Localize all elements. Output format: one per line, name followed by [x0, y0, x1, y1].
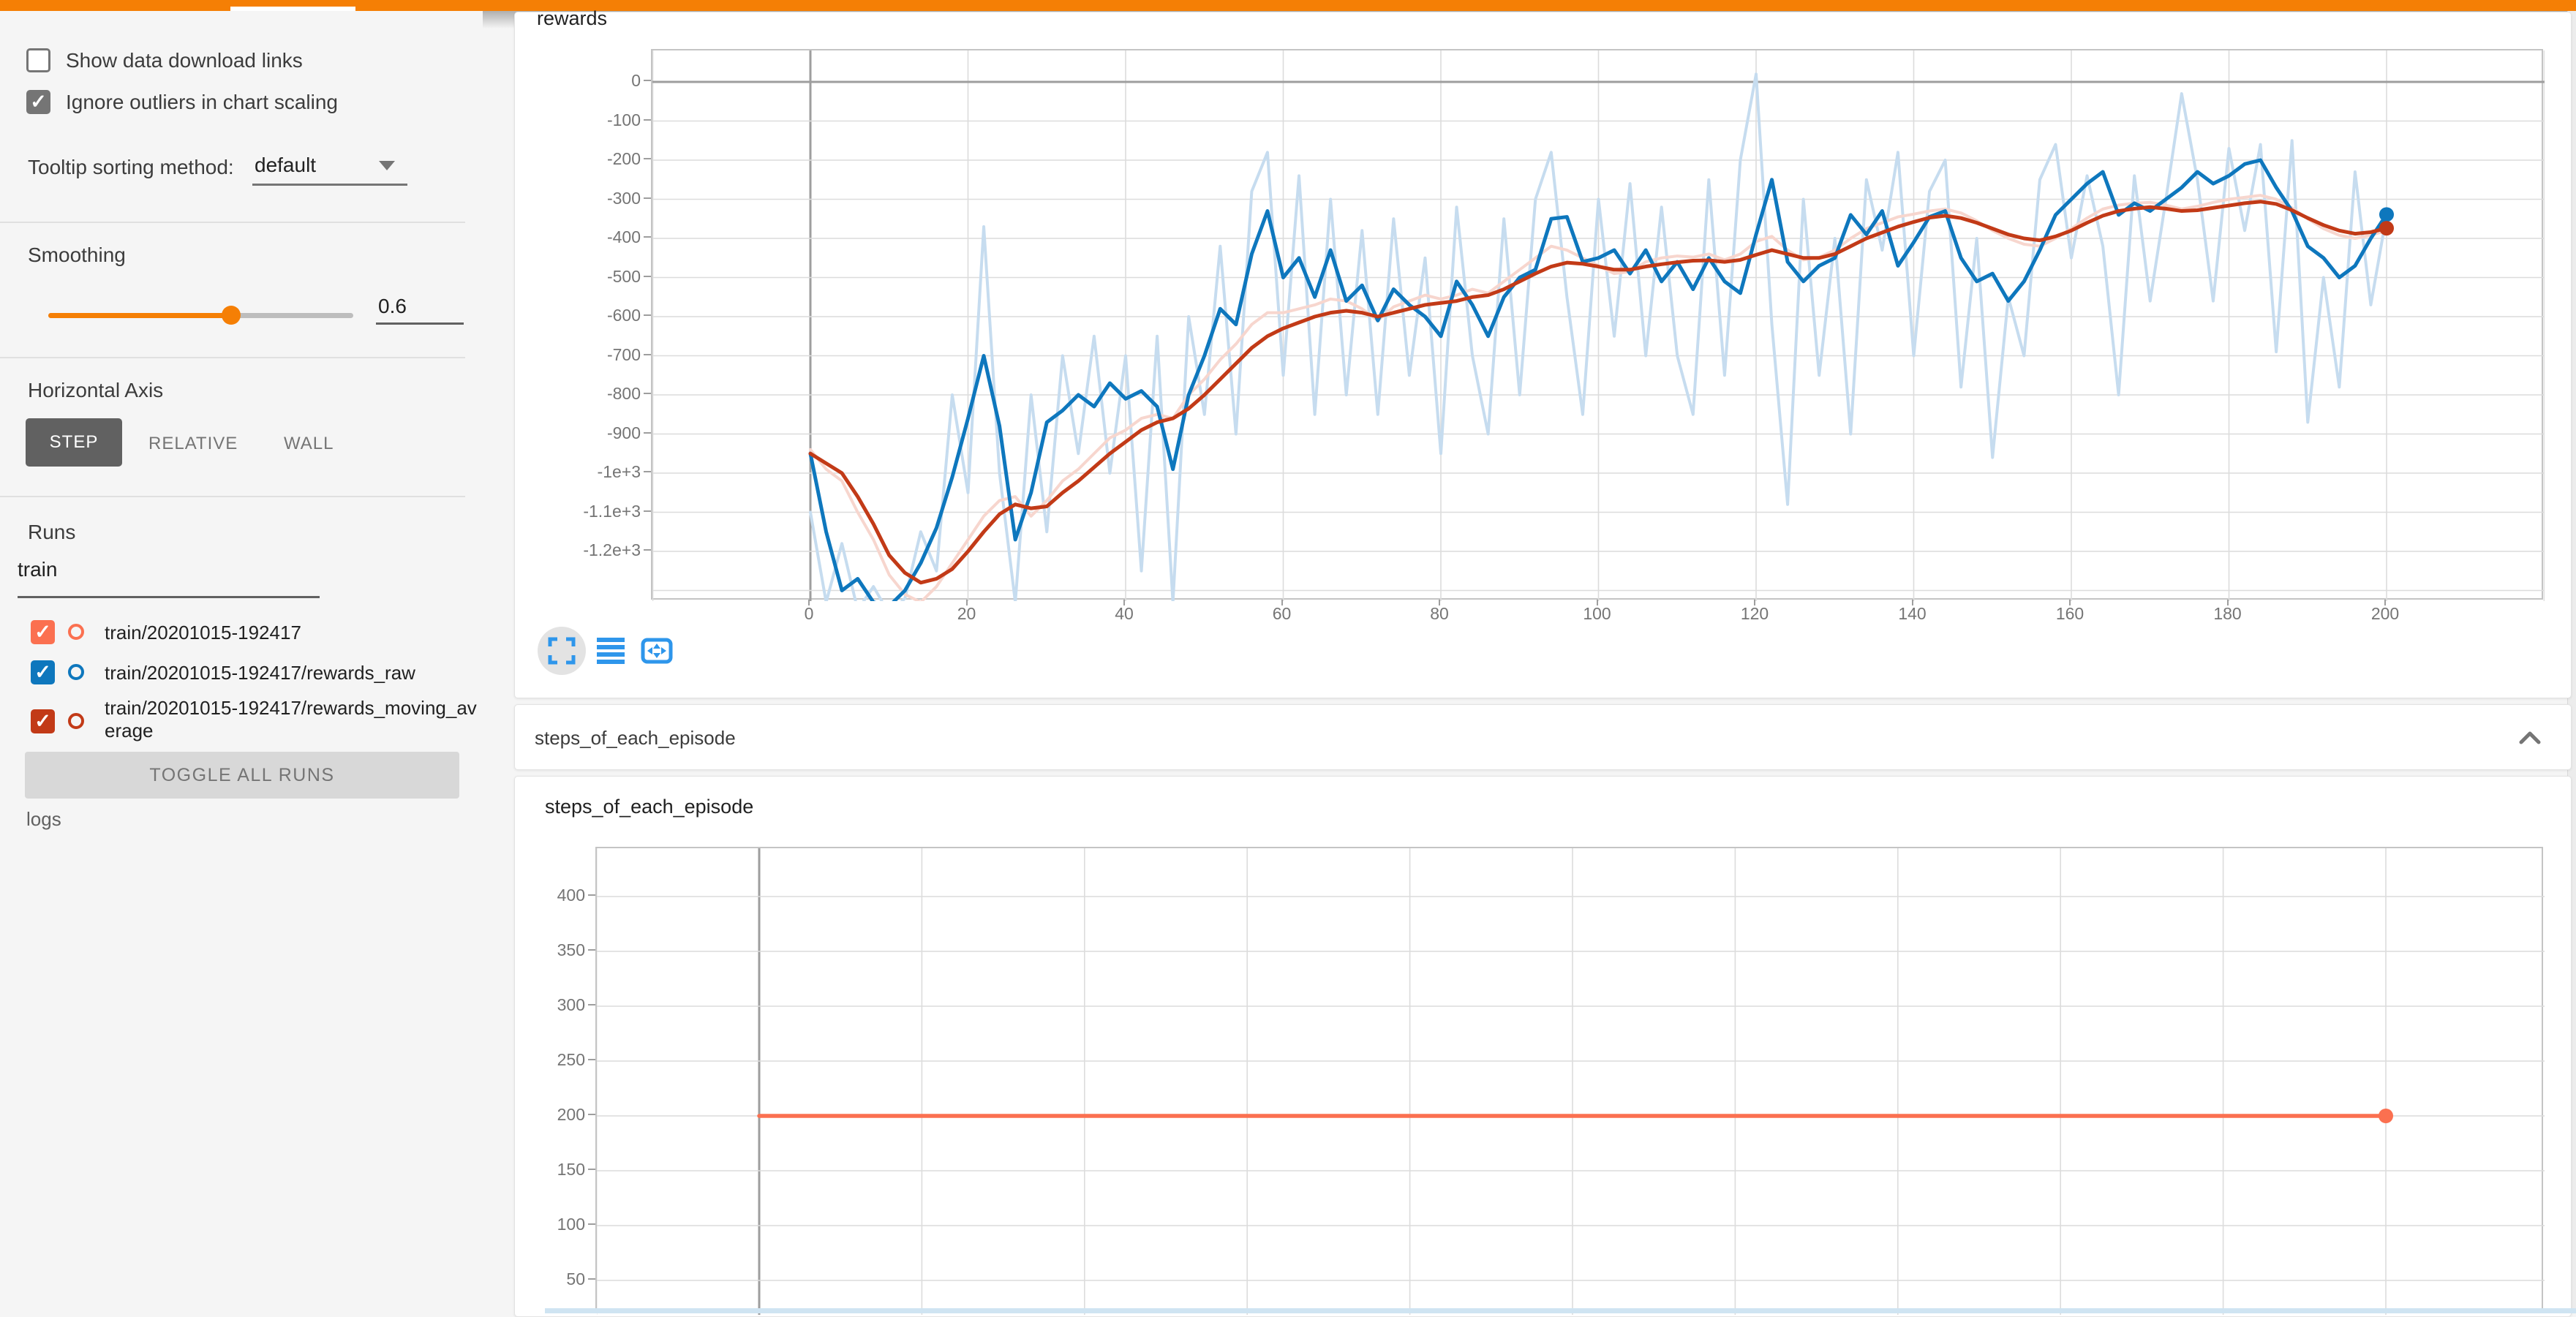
x-tick-label: 140 [1869, 604, 1957, 624]
y-tick-label: 200 [497, 1105, 585, 1125]
run-label[interactable]: train/20201015-192417/rewards_raw [105, 662, 481, 684]
check-icon: ✓ [34, 712, 51, 731]
steps-chart-title: steps_of_each_episode [545, 796, 753, 818]
fit-domain-icon[interactable] [641, 638, 673, 664]
show-download-links-label: Show data download links [66, 49, 303, 72]
divider [0, 496, 465, 497]
y-tick-label: -800 [553, 384, 641, 404]
divider [0, 222, 465, 223]
x-tick-label: 160 [2026, 604, 2114, 624]
tooltip-sorting-dropdown[interactable]: default [255, 154, 316, 177]
check-icon: ✓ [34, 622, 51, 642]
x-tick-label: 80 [1396, 604, 1483, 624]
ignore-outliers-label: Ignore outliers in chart scaling [66, 91, 338, 114]
x-tick-label: 60 [1238, 604, 1326, 624]
y-tick-label: -300 [553, 189, 641, 208]
run-checkbox-rewards-raw[interactable]: ✓ [31, 660, 55, 684]
x-tick-label: 120 [1711, 604, 1799, 624]
x-tick-label: 200 [2341, 604, 2429, 624]
steps-chart[interactable] [595, 847, 2543, 1313]
settings-sidebar: Show data download links ✓ Ignore outlie… [0, 11, 483, 1313]
y-tick-label: -200 [553, 149, 641, 169]
y-tick-label: -1.1e+3 [553, 502, 641, 521]
x-tick-label: 20 [923, 604, 1011, 624]
run-checkbox-train[interactable]: ✓ [31, 620, 55, 644]
chevron-up-icon[interactable] [2519, 731, 2541, 744]
runs-filter-underline [18, 596, 320, 598]
check-icon: ✓ [34, 663, 51, 682]
fullscreen-icon[interactable] [548, 637, 576, 665]
run-checkbox-rewards-moving-average[interactable]: ✓ [31, 709, 55, 733]
y-tick-label: 0 [553, 71, 641, 91]
y-tick-label: 300 [497, 995, 585, 1015]
dropdown-underline [252, 184, 407, 186]
horizontal-axis-label: Horizontal Axis [28, 379, 163, 402]
y-tick-label: 400 [497, 886, 585, 905]
smoothing-value-underline [376, 322, 464, 325]
runs-filter-input[interactable] [18, 558, 317, 581]
smoothing-slider-thumb[interactable] [222, 306, 241, 325]
x-tick-label: 100 [1553, 604, 1641, 624]
run-label[interactable]: train/20201015-192417/rewards_moving_ave… [105, 697, 481, 742]
y-tick-label: -400 [553, 227, 641, 247]
x-tick-label: 40 [1080, 604, 1168, 624]
y-tick-label: -600 [553, 306, 641, 325]
y-tick-label: 150 [497, 1160, 585, 1180]
ignore-outliers-checkbox[interactable]: ✓ [26, 90, 50, 114]
y-tick-label: 250 [497, 1050, 585, 1070]
y-tick-label: -700 [553, 345, 641, 365]
run-label[interactable]: train/20201015-192417 [105, 622, 481, 644]
run-color-ring[interactable] [68, 624, 84, 640]
show-download-links-checkbox[interactable] [26, 48, 50, 72]
y-tick-label: -1e+3 [553, 462, 641, 482]
y-tick-label: -100 [553, 110, 641, 130]
rewards-chart[interactable] [651, 49, 2543, 600]
axis-type-step-button[interactable]: STEP [26, 418, 122, 467]
x-tick-label: 0 [765, 604, 853, 624]
tooltip-sorting-label: Tooltip sorting method: [28, 156, 234, 179]
toggle-all-runs-button[interactable]: TOGGLE ALL RUNS [25, 752, 459, 799]
y-tick-label: 350 [497, 940, 585, 960]
logs-label: logs [26, 808, 61, 831]
y-tick-label: -900 [553, 423, 641, 443]
rewards-chart-title: rewards [537, 7, 607, 30]
series-end-marker [2379, 207, 2394, 222]
clipped-content-strip [545, 1308, 2576, 1313]
smoothing-value-field[interactable]: 0.6 [378, 295, 407, 318]
smoothing-slider-fill [48, 313, 231, 318]
y-tick-label: 100 [497, 1215, 585, 1234]
chevron-down-icon[interactable] [379, 161, 395, 170]
x-tick-label: 180 [2184, 604, 2272, 624]
series-end-marker [2379, 1109, 2393, 1123]
app-header-bar [0, 0, 2576, 11]
axis-type-wall-button[interactable]: WALL [284, 434, 334, 454]
divider [0, 357, 465, 358]
runs-section-label: Runs [28, 521, 75, 544]
run-color-ring[interactable] [68, 664, 84, 680]
run-color-ring[interactable] [68, 713, 84, 729]
series-end-marker [2379, 221, 2394, 235]
y-tick-label: 50 [497, 1269, 585, 1289]
y-tick-label: -1.2e+3 [553, 540, 641, 560]
axis-type-relative-button[interactable]: RELATIVE [148, 434, 238, 454]
y-tick-label: -500 [553, 267, 641, 287]
data-table-icon[interactable] [597, 638, 625, 664]
section-header-steps-of-each-episode[interactable] [514, 704, 2572, 770]
smoothing-slider[interactable] [48, 313, 353, 318]
smoothing-label: Smoothing [28, 244, 126, 267]
section-header-label: steps_of_each_episode [535, 727, 736, 750]
check-icon: ✓ [30, 92, 47, 112]
